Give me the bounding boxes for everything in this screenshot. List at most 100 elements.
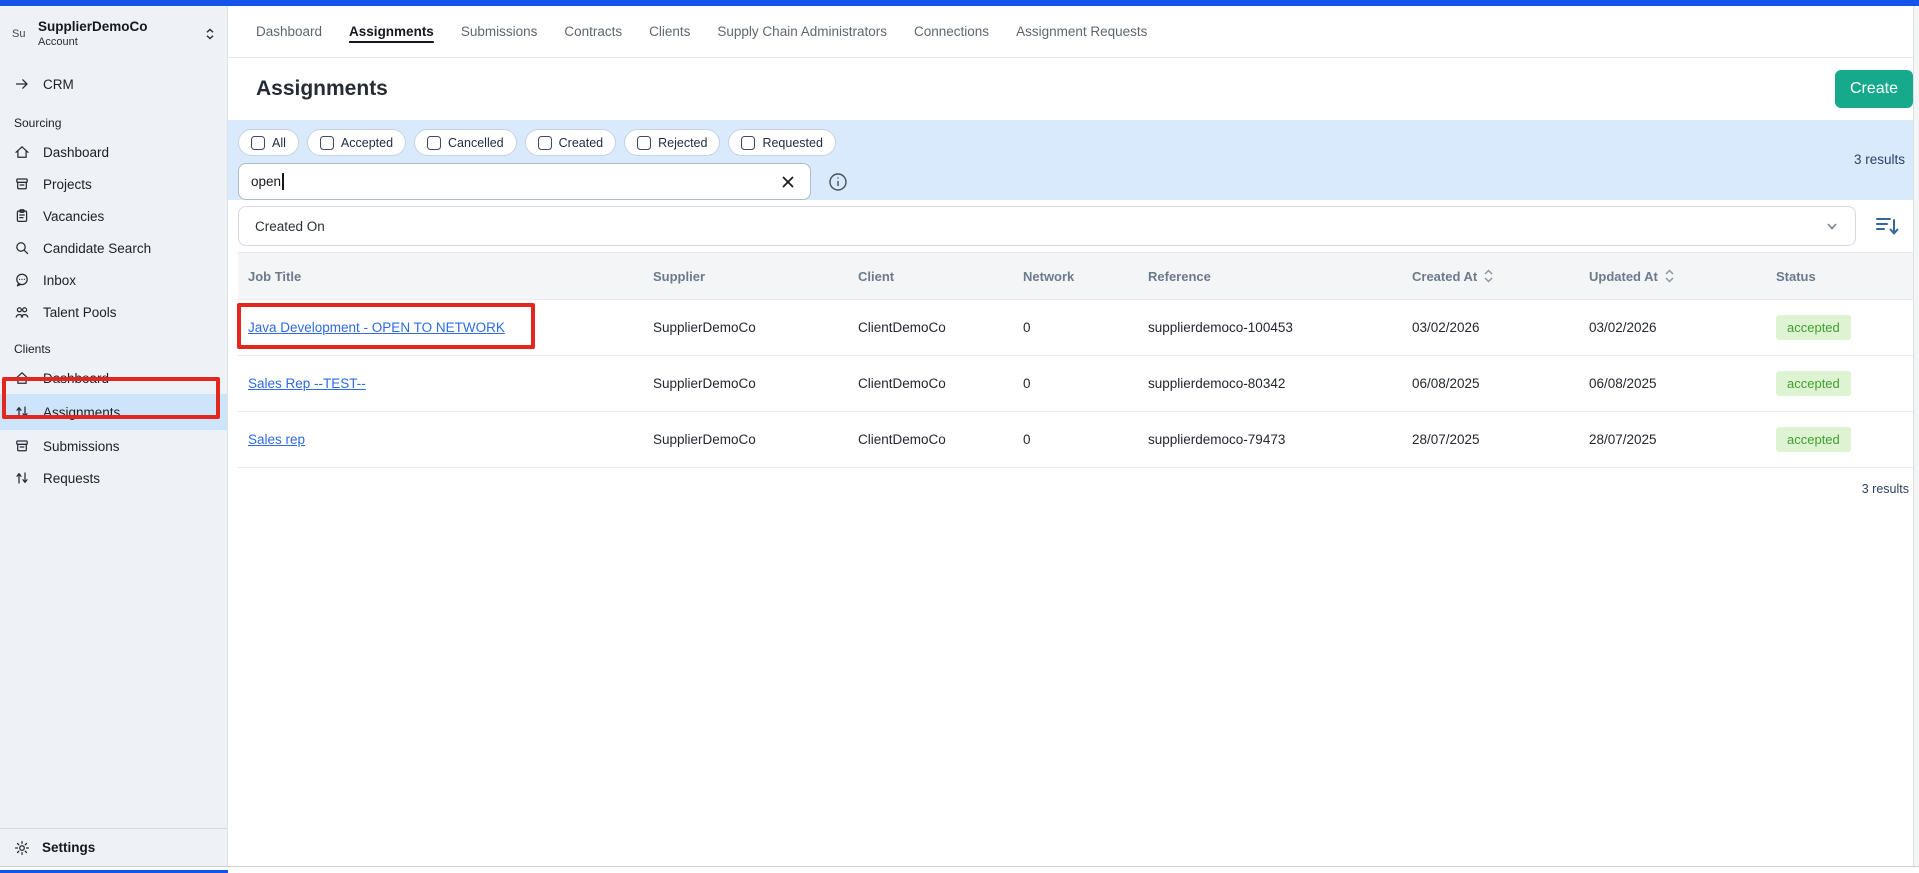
page-title: Assignments bbox=[256, 77, 388, 101]
table-row: Sales rep SupplierDemoCo ClientDemoCo 0 … bbox=[238, 412, 1913, 468]
checkbox[interactable] bbox=[320, 136, 334, 150]
job-title-link[interactable]: Sales rep bbox=[248, 432, 305, 447]
network-cell: 0 bbox=[1013, 320, 1138, 335]
column-header-network: Network bbox=[1013, 269, 1138, 284]
sidebar-item-label: Requests bbox=[43, 471, 100, 486]
search-input[interactable]: open bbox=[238, 163, 811, 200]
checkbox[interactable] bbox=[637, 136, 651, 150]
filter-chip-requested[interactable]: Requested bbox=[728, 129, 835, 156]
sidebar-item-submissions[interactable]: Submissions bbox=[0, 430, 227, 462]
clipboard-icon bbox=[14, 208, 30, 224]
sidebar-item-candidate-search[interactable]: Candidate Search bbox=[0, 232, 227, 264]
gear-icon bbox=[14, 840, 30, 856]
sidebar-item-label: Projects bbox=[43, 177, 92, 192]
sidebar-item-sourcing-dashboard[interactable]: Dashboard bbox=[0, 136, 227, 168]
checkbox[interactable] bbox=[251, 136, 265, 150]
sort-field-select[interactable]: Created On bbox=[238, 206, 1856, 246]
supplier-cell: SupplierDemoCo bbox=[643, 320, 848, 335]
updated-at-cell: 28/07/2025 bbox=[1579, 432, 1766, 447]
sidebar-item-vacancies[interactable]: Vacancies bbox=[0, 200, 227, 232]
sidebar-item-label: Inbox bbox=[43, 273, 76, 288]
sidebar-section-sourcing: Sourcing bbox=[0, 102, 227, 136]
sidebar-item-crm[interactable]: CRM bbox=[0, 66, 227, 102]
checkbox[interactable] bbox=[427, 136, 441, 150]
created-at-cell: 03/02/2026 bbox=[1402, 320, 1579, 335]
sort-direction-button[interactable] bbox=[1873, 212, 1901, 240]
sort-descending-icon bbox=[1873, 212, 1901, 240]
client-cell: ClientDemoCo bbox=[848, 320, 1013, 335]
column-header-updated-at[interactable]: Updated At bbox=[1579, 269, 1766, 284]
updated-at-cell: 03/02/2026 bbox=[1579, 320, 1766, 335]
people-icon bbox=[14, 304, 30, 320]
filter-chip-accepted[interactable]: Accepted bbox=[307, 129, 406, 156]
checkbox[interactable] bbox=[741, 136, 755, 150]
tab-dashboard[interactable]: Dashboard bbox=[256, 24, 322, 39]
stack-icon bbox=[14, 176, 30, 192]
results-count: 3 results bbox=[1854, 152, 1905, 167]
sidebar: Su SupplierDemoCo Account CRM Sourcing D… bbox=[0, 6, 228, 866]
sort-chevrons-icon[interactable] bbox=[1483, 269, 1494, 283]
home-icon bbox=[14, 144, 30, 160]
sidebar-item-label: Dashboard bbox=[43, 371, 109, 386]
tab-contracts[interactable]: Contracts bbox=[564, 24, 622, 39]
swap-arrows-icon bbox=[14, 470, 30, 486]
search-icon bbox=[14, 240, 30, 256]
client-cell: ClientDemoCo bbox=[848, 376, 1013, 391]
filter-chip-created[interactable]: Created bbox=[525, 129, 616, 156]
tab-connections[interactable]: Connections bbox=[914, 24, 989, 39]
network-cell: 0 bbox=[1013, 432, 1138, 447]
settings-label: Settings bbox=[42, 840, 95, 855]
table-row: Sales Rep --TEST-- SupplierDemoCo Client… bbox=[238, 356, 1913, 412]
filter-bar: All Accepted Cancelled Created Rejected bbox=[228, 120, 1913, 200]
arrow-right-icon bbox=[14, 76, 30, 92]
created-at-cell: 28/07/2025 bbox=[1402, 432, 1579, 447]
window-bottom-edge bbox=[0, 866, 1919, 867]
footer-results-count: 3 results bbox=[228, 468, 1913, 496]
sort-field-value: Created On bbox=[255, 219, 325, 234]
sidebar-item-settings[interactable]: Settings bbox=[0, 828, 227, 866]
job-title-link[interactable]: Sales Rep --TEST-- bbox=[248, 376, 366, 391]
tab-submissions[interactable]: Submissions bbox=[461, 24, 538, 39]
sidebar-item-requests[interactable]: Requests bbox=[0, 462, 227, 494]
create-button[interactable]: Create bbox=[1835, 70, 1913, 108]
vertical-scrollbar[interactable] bbox=[1913, 6, 1919, 866]
tab-assignment-requests[interactable]: Assignment Requests bbox=[1016, 24, 1147, 39]
sidebar-item-label: Candidate Search bbox=[43, 241, 151, 256]
sidebar-item-assignments[interactable]: Assignments bbox=[0, 394, 227, 430]
table-header-row: Job Title Supplier Client Network Refere… bbox=[238, 252, 1913, 300]
column-header-job-title: Job Title bbox=[238, 269, 643, 284]
sidebar-item-projects[interactable]: Projects bbox=[0, 168, 227, 200]
filter-chip-all[interactable]: All bbox=[238, 129, 299, 156]
sidebar-item-label: CRM bbox=[43, 77, 74, 92]
info-icon[interactable] bbox=[828, 172, 848, 192]
sidebar-item-label: Submissions bbox=[43, 439, 120, 454]
sidebar-item-label: Dashboard bbox=[43, 145, 109, 160]
supplier-cell: SupplierDemoCo bbox=[643, 432, 848, 447]
account-switcher[interactable]: Su SupplierDemoCo Account bbox=[0, 6, 227, 60]
clear-search-icon[interactable] bbox=[778, 172, 798, 192]
sidebar-item-talent-pools[interactable]: Talent Pools bbox=[0, 296, 227, 328]
sidebar-item-inbox[interactable]: Inbox bbox=[0, 264, 227, 296]
avatar: Su bbox=[12, 28, 38, 40]
tab-clients[interactable]: Clients bbox=[649, 24, 690, 39]
column-header-created-at[interactable]: Created At bbox=[1402, 269, 1579, 284]
status-badge: accepted bbox=[1776, 427, 1851, 452]
network-cell: 0 bbox=[1013, 376, 1138, 391]
status-badge: accepted bbox=[1776, 315, 1851, 340]
sidebar-item-label: Vacancies bbox=[43, 209, 104, 224]
column-header-status: Status bbox=[1766, 269, 1913, 284]
sidebar-section-clients: Clients bbox=[0, 328, 227, 362]
filter-chip-rejected[interactable]: Rejected bbox=[624, 129, 720, 156]
tab-supply-chain-administrators[interactable]: Supply Chain Administrators bbox=[717, 24, 887, 39]
sort-chevrons-icon[interactable] bbox=[1664, 269, 1675, 283]
main-content: Dashboard Assignments Submissions Contra… bbox=[228, 6, 1913, 866]
sidebar-item-clients-dashboard[interactable]: Dashboard bbox=[0, 362, 227, 394]
sidebar-item-label: Talent Pools bbox=[43, 305, 117, 320]
tab-assignments[interactable]: Assignments bbox=[349, 24, 434, 39]
account-subtitle: Account bbox=[38, 36, 203, 50]
checkbox[interactable] bbox=[538, 136, 552, 150]
app-window: Su SupplierDemoCo Account CRM Sourcing D… bbox=[0, 0, 1919, 873]
filter-chip-cancelled[interactable]: Cancelled bbox=[414, 129, 517, 156]
job-title-link[interactable]: Java Development - OPEN TO NETWORK bbox=[248, 320, 505, 335]
column-header-reference: Reference bbox=[1138, 269, 1402, 284]
